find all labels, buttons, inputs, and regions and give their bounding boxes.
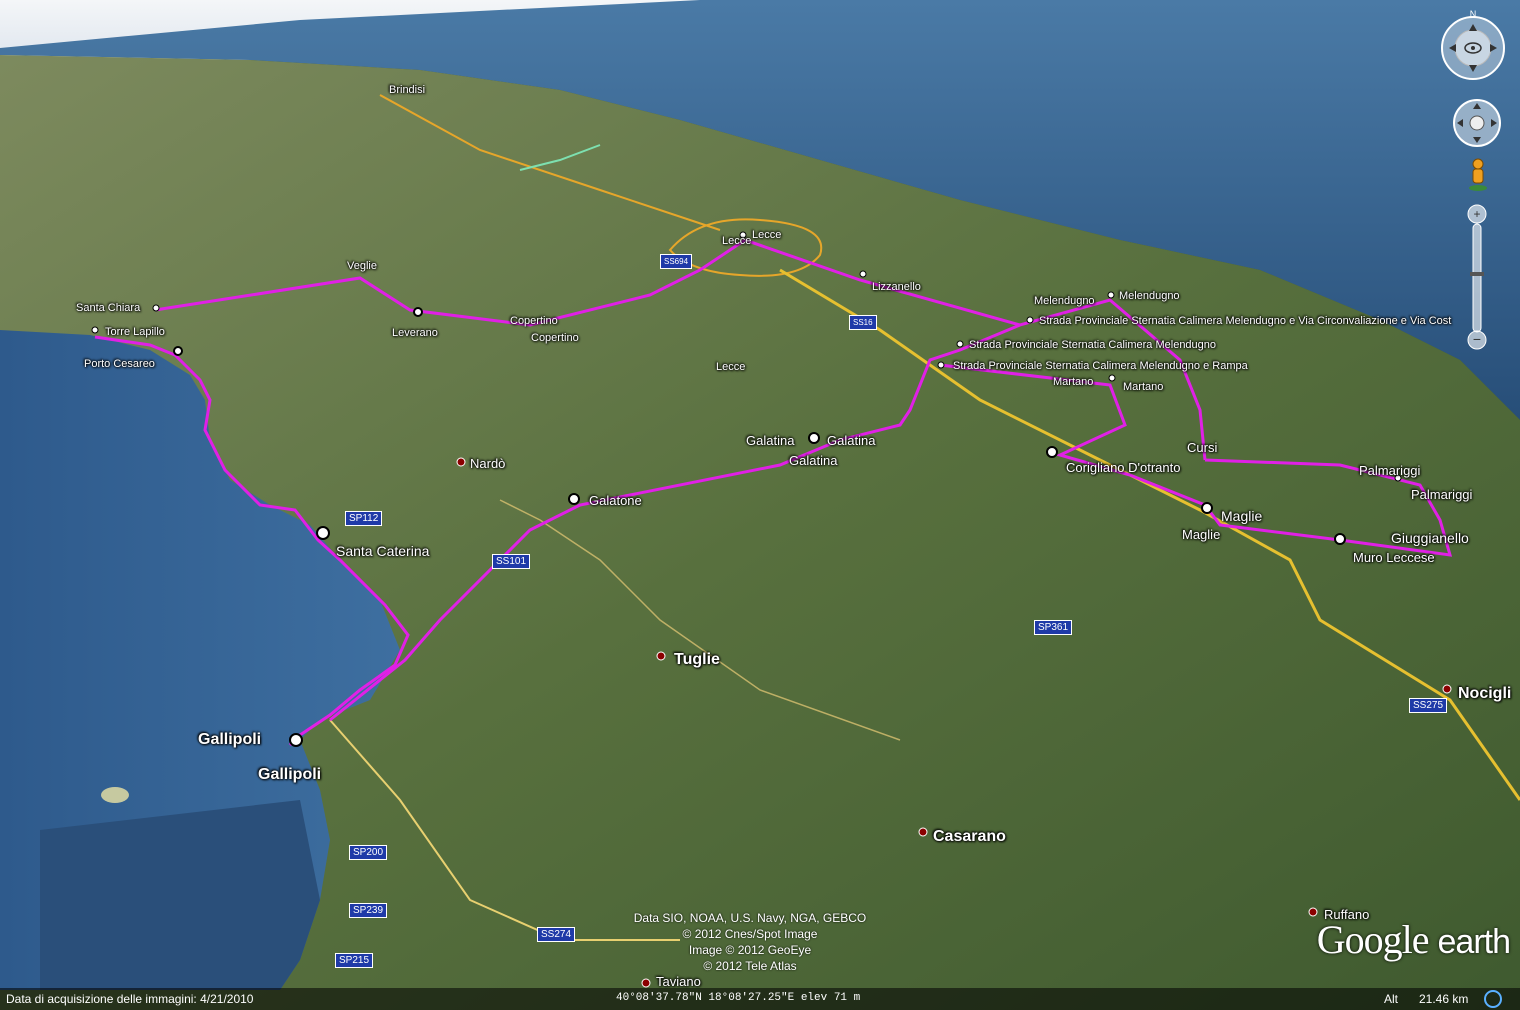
- look-joystick[interactable]: [1452, 98, 1502, 148]
- credit-line: Image © 2012 GeoEye: [688, 943, 812, 957]
- place-label-sp-sternatia-1[interactable]: Strada Provinciale Sternatia Calimera Me…: [1039, 315, 1451, 327]
- place-label-gallipoli-2[interactable]: Gallipoli: [258, 766, 321, 784]
- logo-product: earth: [1437, 923, 1511, 961]
- place-label-torre-lapillo[interactable]: Torre Lapillo: [105, 326, 165, 338]
- imagery-credits: Data SIO, NOAA, U.S. Navy, NGA, GEBCO © …: [560, 910, 940, 974]
- logo-brand: Google: [1316, 917, 1430, 962]
- place-label-palmariggi[interactable]: Palmariggi: [1359, 463, 1420, 478]
- place-label-santa-caterina[interactable]: Santa Caterina: [336, 543, 429, 559]
- road-shield-ss275: SS275: [1409, 698, 1448, 713]
- imagery-date: Data di acquisizione delle immagini: 4/2…: [6, 992, 254, 1006]
- pointer-coordinates: 40°08'37.78"N 18°08'27.25"E elev 71 m: [616, 992, 861, 1004]
- place-label-leverano[interactable]: Leverano: [392, 327, 438, 339]
- place-label-casarano[interactable]: Casarano: [933, 828, 1006, 846]
- credit-line: Data SIO, NOAA, U.S. Navy, NGA, GEBCO: [633, 911, 867, 925]
- place-label-veglie[interactable]: Veglie: [347, 260, 377, 272]
- place-label-copertino-2[interactable]: Copertino: [531, 332, 579, 344]
- place-label-lecce[interactable]: Lecce: [722, 235, 751, 247]
- altitude-value: 21.46 km: [1419, 992, 1469, 1006]
- svg-text:−: −: [1473, 331, 1481, 347]
- place-label-galatina-2[interactable]: Galatina: [827, 433, 875, 448]
- place-label-gallipoli[interactable]: Gallipoli: [198, 731, 261, 749]
- place-label-galatina[interactable]: Galatina: [746, 433, 794, 448]
- place-label-sp-sternatia-3[interactable]: Strada Provinciale Sternatia Calimera Me…: [953, 360, 1248, 372]
- place-label-copertino[interactable]: Copertino: [510, 315, 558, 327]
- credit-line: © 2012 Tele Atlas: [703, 959, 797, 973]
- sea-patch: [40, 800, 320, 990]
- place-label-santa-chiara[interactable]: Santa Chiara: [76, 302, 140, 314]
- place-label-brindisi[interactable]: Brindisi: [389, 84, 425, 96]
- place-label-melendugno[interactable]: Melendugno: [1034, 295, 1095, 307]
- svg-text:+: +: [1473, 207, 1480, 221]
- place-label-taviano[interactable]: Taviano: [656, 974, 701, 989]
- google-earth-logo: Google earth: [1316, 916, 1511, 963]
- zoom-thumb[interactable]: [1470, 272, 1484, 276]
- road-shield-sp200: SP200: [349, 845, 388, 860]
- place-label-galatina-3[interactable]: Galatina: [789, 453, 837, 468]
- place-label-melendugno-2[interactable]: Melendugno: [1119, 290, 1180, 302]
- road-shield-sp215: SP215: [335, 953, 374, 968]
- place-label-lecce-2[interactable]: Lecce: [752, 229, 781, 241]
- place-label-tuglie[interactable]: Tuglie: [674, 651, 720, 669]
- place-label-lecce-3[interactable]: Lecce: [716, 361, 745, 373]
- streaming-indicator-icon: [1484, 990, 1502, 1008]
- road-shield-sp361: SP361: [1034, 620, 1073, 635]
- street-view-pegman-icon[interactable]: [1466, 158, 1490, 192]
- island: [101, 787, 129, 803]
- credit-line: © 2012 Cnes/Spot Image: [682, 927, 818, 941]
- place-label-martano[interactable]: Martano: [1053, 376, 1093, 388]
- road-shield-ss16: SS16: [849, 315, 877, 330]
- place-label-lizzanello[interactable]: Lizzanello: [872, 281, 921, 293]
- place-label-corigliano[interactable]: Corigliano D'otranto: [1066, 460, 1181, 475]
- zoom-slider[interactable]: + −: [1462, 204, 1492, 352]
- place-label-porto-cesareo[interactable]: Porto Cesareo: [84, 358, 155, 370]
- navigation-ring[interactable]: N: [1440, 8, 1506, 88]
- status-bar: Data di acquisizione delle immagini: 4/2…: [0, 988, 1520, 1010]
- place-label-giuggianello[interactable]: Giuggianello: [1391, 530, 1469, 546]
- place-label-palmariggi-2[interactable]: Palmariggi: [1411, 487, 1472, 502]
- road-shield-ss101: SS101: [492, 554, 531, 569]
- place-label-nardo[interactable]: Nardò: [470, 456, 505, 471]
- place-label-nociglia[interactable]: Nocigli: [1458, 685, 1511, 703]
- place-label-maglie-2[interactable]: Maglie: [1182, 527, 1220, 542]
- road-shield-ss694: SS694: [660, 254, 693, 269]
- place-label-galatone[interactable]: Galatone: [589, 493, 642, 508]
- place-label-maglie[interactable]: Maglie: [1221, 508, 1262, 524]
- altitude-label: Alt: [1384, 992, 1399, 1006]
- place-label-cursi[interactable]: Cursi: [1187, 440, 1217, 455]
- north-indicator[interactable]: N: [1470, 9, 1477, 19]
- place-label-martano-2[interactable]: Martano: [1123, 381, 1163, 393]
- map-view[interactable]: [0, 0, 1520, 1010]
- road-shield-sp112: SP112: [345, 511, 383, 526]
- place-label-muro-leccese[interactable]: Muro Leccese: [1353, 550, 1435, 565]
- road-shield-sp239: SP239: [349, 903, 388, 918]
- place-label-sp-sternatia-2[interactable]: Strada Provinciale Sternatia Calimera Me…: [969, 339, 1216, 351]
